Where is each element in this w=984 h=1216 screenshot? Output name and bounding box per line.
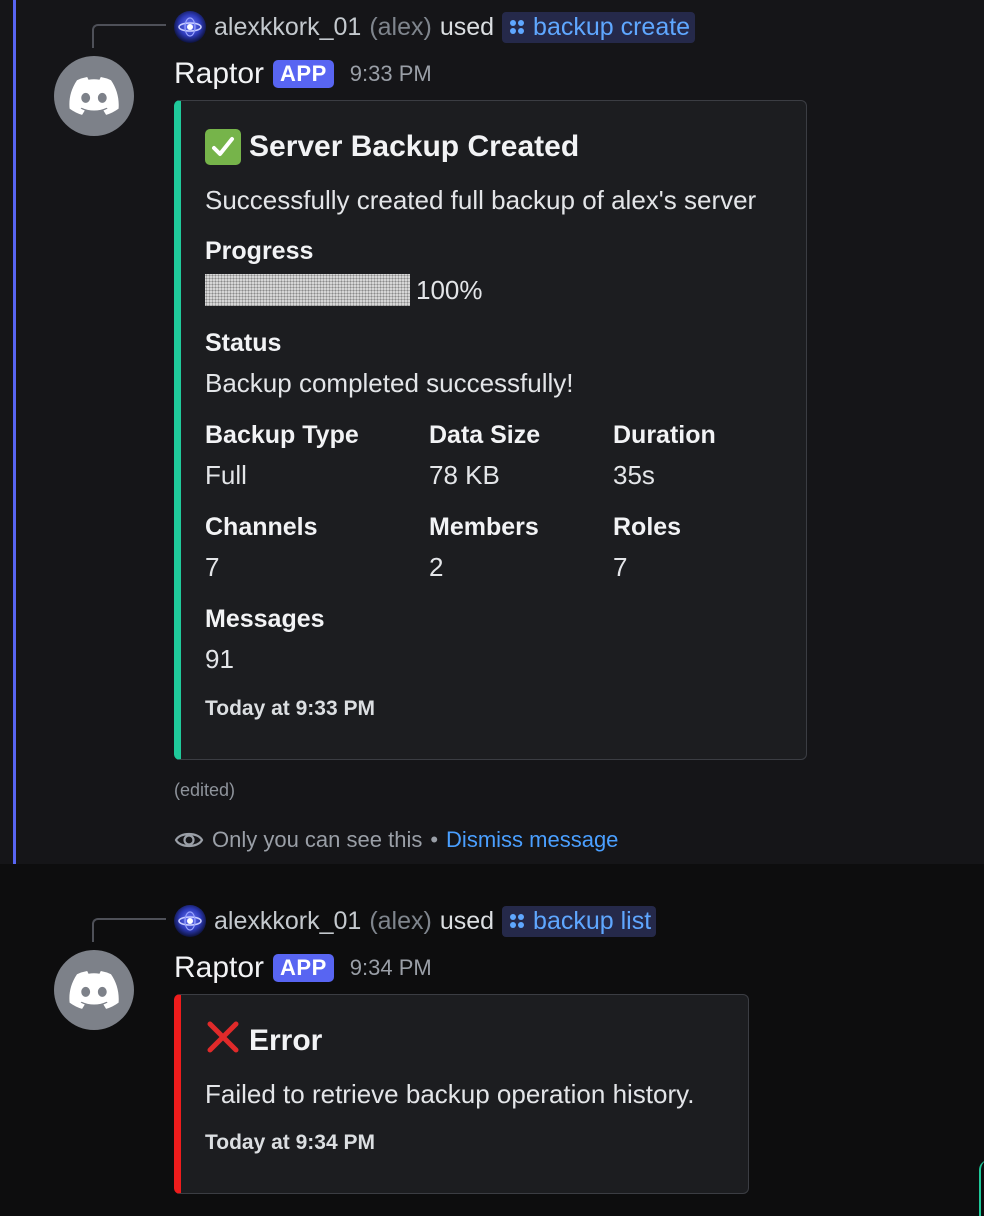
reply-username[interactable]: alexkkork_01 — [214, 907, 361, 936]
slash-command-pill[interactable]: backup list — [502, 905, 657, 937]
field-value: 2 — [429, 552, 444, 582]
slash-command-name: backup create — [533, 12, 691, 41]
edited-label: (edited) — [174, 780, 236, 800]
message-timestamp[interactable]: 9:34 PM — [350, 955, 432, 981]
notice-separator: • — [430, 827, 439, 852]
ephemeral-highlight-bar — [13, 0, 16, 864]
command-reply-context[interactable]: alexkkork_01 (alex) used backup create — [174, 10, 696, 44]
field-backup-type: Backup Type Full — [205, 421, 359, 491]
embed-title-text: Server Backup Created — [249, 130, 580, 163]
field-value: 7 — [613, 552, 628, 582]
message-timestamp[interactable]: 9:33 PM — [350, 61, 432, 87]
cross-mark-icon — [205, 1019, 241, 1063]
field-messages: Messages 91 — [205, 605, 325, 675]
status-field: Status Backup completed successfully! — [205, 329, 574, 399]
app-command-icon — [510, 20, 525, 34]
bot-avatar[interactable] — [54, 950, 134, 1030]
field-name: Backup Type — [205, 421, 359, 449]
user-avatar-icon[interactable] — [174, 11, 206, 43]
field-data-size: Data Size 78 KB — [429, 421, 540, 491]
message-backup-list[interactable]: alexkkork_01 (alex) used backup list Rap… — [0, 864, 984, 1216]
embed-title-text: Error — [249, 1024, 323, 1057]
embed-footer-timestamp: Today at 9:33 PM — [205, 697, 375, 720]
field-duration: Duration 35s — [613, 421, 716, 491]
dismiss-message-link[interactable]: Dismiss message — [446, 827, 618, 853]
field-name: Data Size — [429, 421, 541, 449]
field-name: Roles — [613, 513, 682, 541]
ephemeral-notice: Only you can see this • Dismiss message — [174, 825, 618, 855]
error-embed-card: Error Failed to retrieve backup operatio… — [174, 994, 749, 1194]
ephemeral-notice-text: Only you can see this — [212, 827, 423, 852]
field-value: 7 — [205, 552, 220, 582]
field-name: Messages — [205, 605, 325, 633]
embed-title: Server Backup Created — [205, 129, 579, 165]
embed-title: Error — [205, 1019, 322, 1063]
field-value: Full — [205, 460, 247, 490]
eye-icon — [174, 832, 204, 848]
reply-connector — [92, 918, 166, 942]
reply-username[interactable]: alexkkork_01 — [214, 13, 361, 42]
message-header: Raptor APP 9:34 PM — [174, 950, 432, 986]
slash-command-name: backup list — [533, 906, 652, 935]
progress-field: Progress 100% — [205, 237, 483, 306]
field-name: Channels — [205, 513, 318, 541]
field-channels: Channels 7 — [205, 513, 318, 583]
message-header: Raptor APP 9:33 PM — [174, 56, 432, 92]
status-value: Backup completed successfully! — [205, 368, 574, 398]
user-avatar-icon[interactable] — [174, 905, 206, 937]
bot-avatar[interactable] — [54, 56, 134, 136]
reply-nickname: (alex) — [369, 12, 432, 41]
field-name: Members — [429, 513, 539, 541]
app-command-icon — [510, 914, 525, 928]
command-reply-context[interactable]: alexkkork_01 (alex) used backup list — [174, 904, 657, 938]
bot-name[interactable]: Raptor — [174, 57, 264, 91]
embed-description: Failed to retrieve backup operation hist… — [205, 1079, 695, 1109]
reply-used-text: used — [439, 906, 495, 935]
progress-percent: 100% — [416, 274, 483, 305]
reply-connector — [92, 24, 166, 48]
embed-footer-timestamp: Today at 9:34 PM — [205, 1131, 375, 1154]
progress-label: Progress — [205, 237, 314, 265]
field-value: 78 KB — [429, 460, 500, 490]
field-value: 91 — [205, 644, 234, 674]
embed-description: Successfully created full backup of alex… — [205, 185, 757, 215]
status-label: Status — [205, 329, 282, 357]
message-backup-create[interactable]: alexkkork_01 (alex) used backup create R… — [0, 0, 984, 864]
slash-command-pill[interactable]: backup create — [502, 11, 696, 43]
progress-bar — [205, 274, 410, 306]
discord-logo-icon — [69, 971, 119, 1009]
check-mark-icon — [205, 129, 241, 165]
app-badge: APP — [273, 954, 334, 982]
reply-used-text: used — [439, 12, 495, 41]
field-value: 35s — [613, 460, 655, 490]
embed-card: Server Backup Created Successfully creat… — [174, 100, 807, 760]
edge-decoration — [979, 1160, 984, 1216]
app-badge: APP — [273, 60, 334, 88]
field-roles: Roles 7 — [613, 513, 681, 583]
field-name: Duration — [613, 421, 716, 449]
reply-nickname: (alex) — [369, 906, 432, 935]
discord-logo-icon — [69, 77, 119, 115]
bot-name[interactable]: Raptor — [174, 951, 264, 985]
field-members: Members 2 — [429, 513, 539, 583]
